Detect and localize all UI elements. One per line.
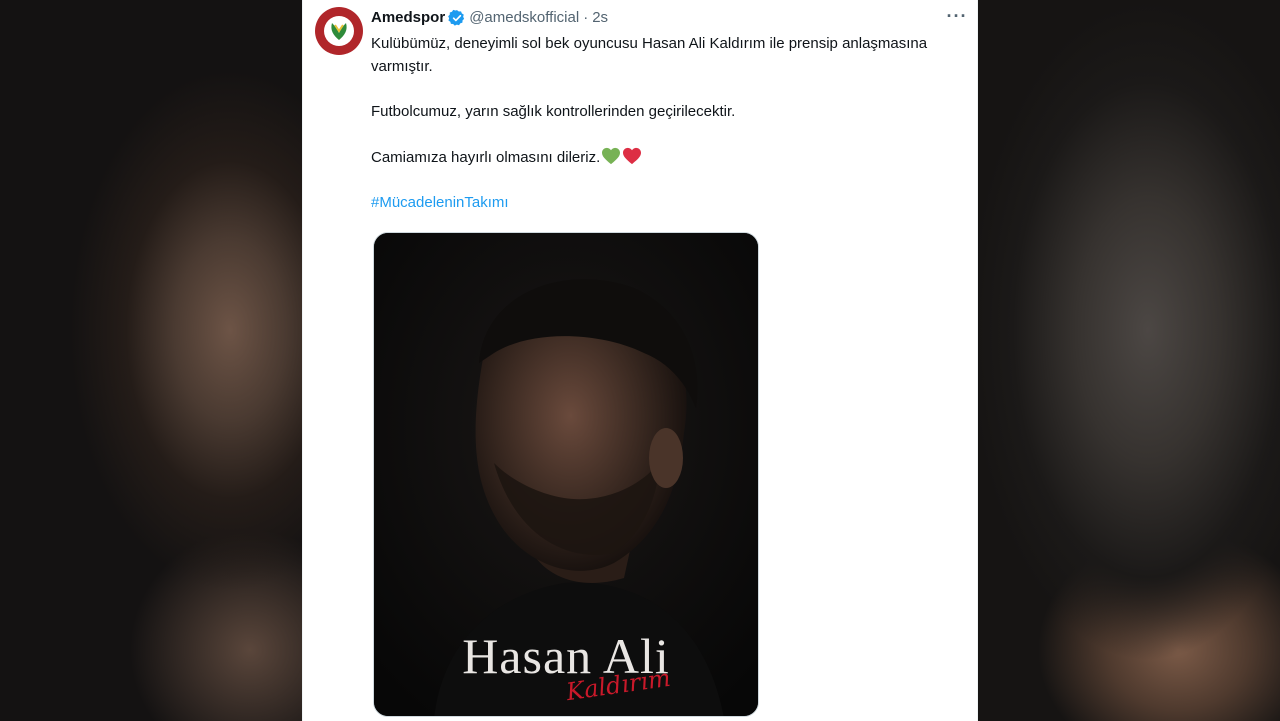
timestamp[interactable]: 2s <box>592 8 608 28</box>
tweet-text: Kulübümüz, deneyimli sol bek oyuncusu Ha… <box>371 33 951 238</box>
background-blur-left <box>0 0 302 721</box>
tweet-card[interactable]: Amedspor @amedskofficial · 2s ··· Kulübü… <box>302 0 978 721</box>
tweet-paragraph-3-text: Camiamıza hayırlı olmasını dileriz. <box>371 148 601 166</box>
separator-dot: · <box>583 9 589 26</box>
tweet-media-image[interactable]: Hasan Ali Kaldırım <box>373 232 759 717</box>
club-logo-icon <box>316 8 362 54</box>
more-options-icon[interactable]: ··· <box>945 6 969 30</box>
media-player-name: Hasan Ali <box>462 628 670 684</box>
red-heart-icon <box>623 147 642 164</box>
tweet-paragraph-3: Camiamıza hayırlı olmasını dileriz. <box>371 147 951 170</box>
background-blur-right <box>978 0 1280 721</box>
avatar[interactable] <box>315 7 363 55</box>
handle[interactable]: @amedskofficial <box>469 8 579 28</box>
tweet-paragraph-2: Futbolcumuz, yarın sağlık kontrollerinde… <box>371 103 736 120</box>
verified-badge-icon <box>448 9 465 26</box>
tweet-paragraph-1: Kulübümüz, deneyimli sol bek oyuncusu Ha… <box>371 35 928 75</box>
display-name[interactable]: Amedspor <box>371 8 445 28</box>
tweet-header: Amedspor @amedskofficial · 2s <box>371 8 608 28</box>
hashtag-link[interactable]: #MücadeleninTakımı <box>371 192 951 215</box>
green-heart-icon <box>602 147 621 164</box>
